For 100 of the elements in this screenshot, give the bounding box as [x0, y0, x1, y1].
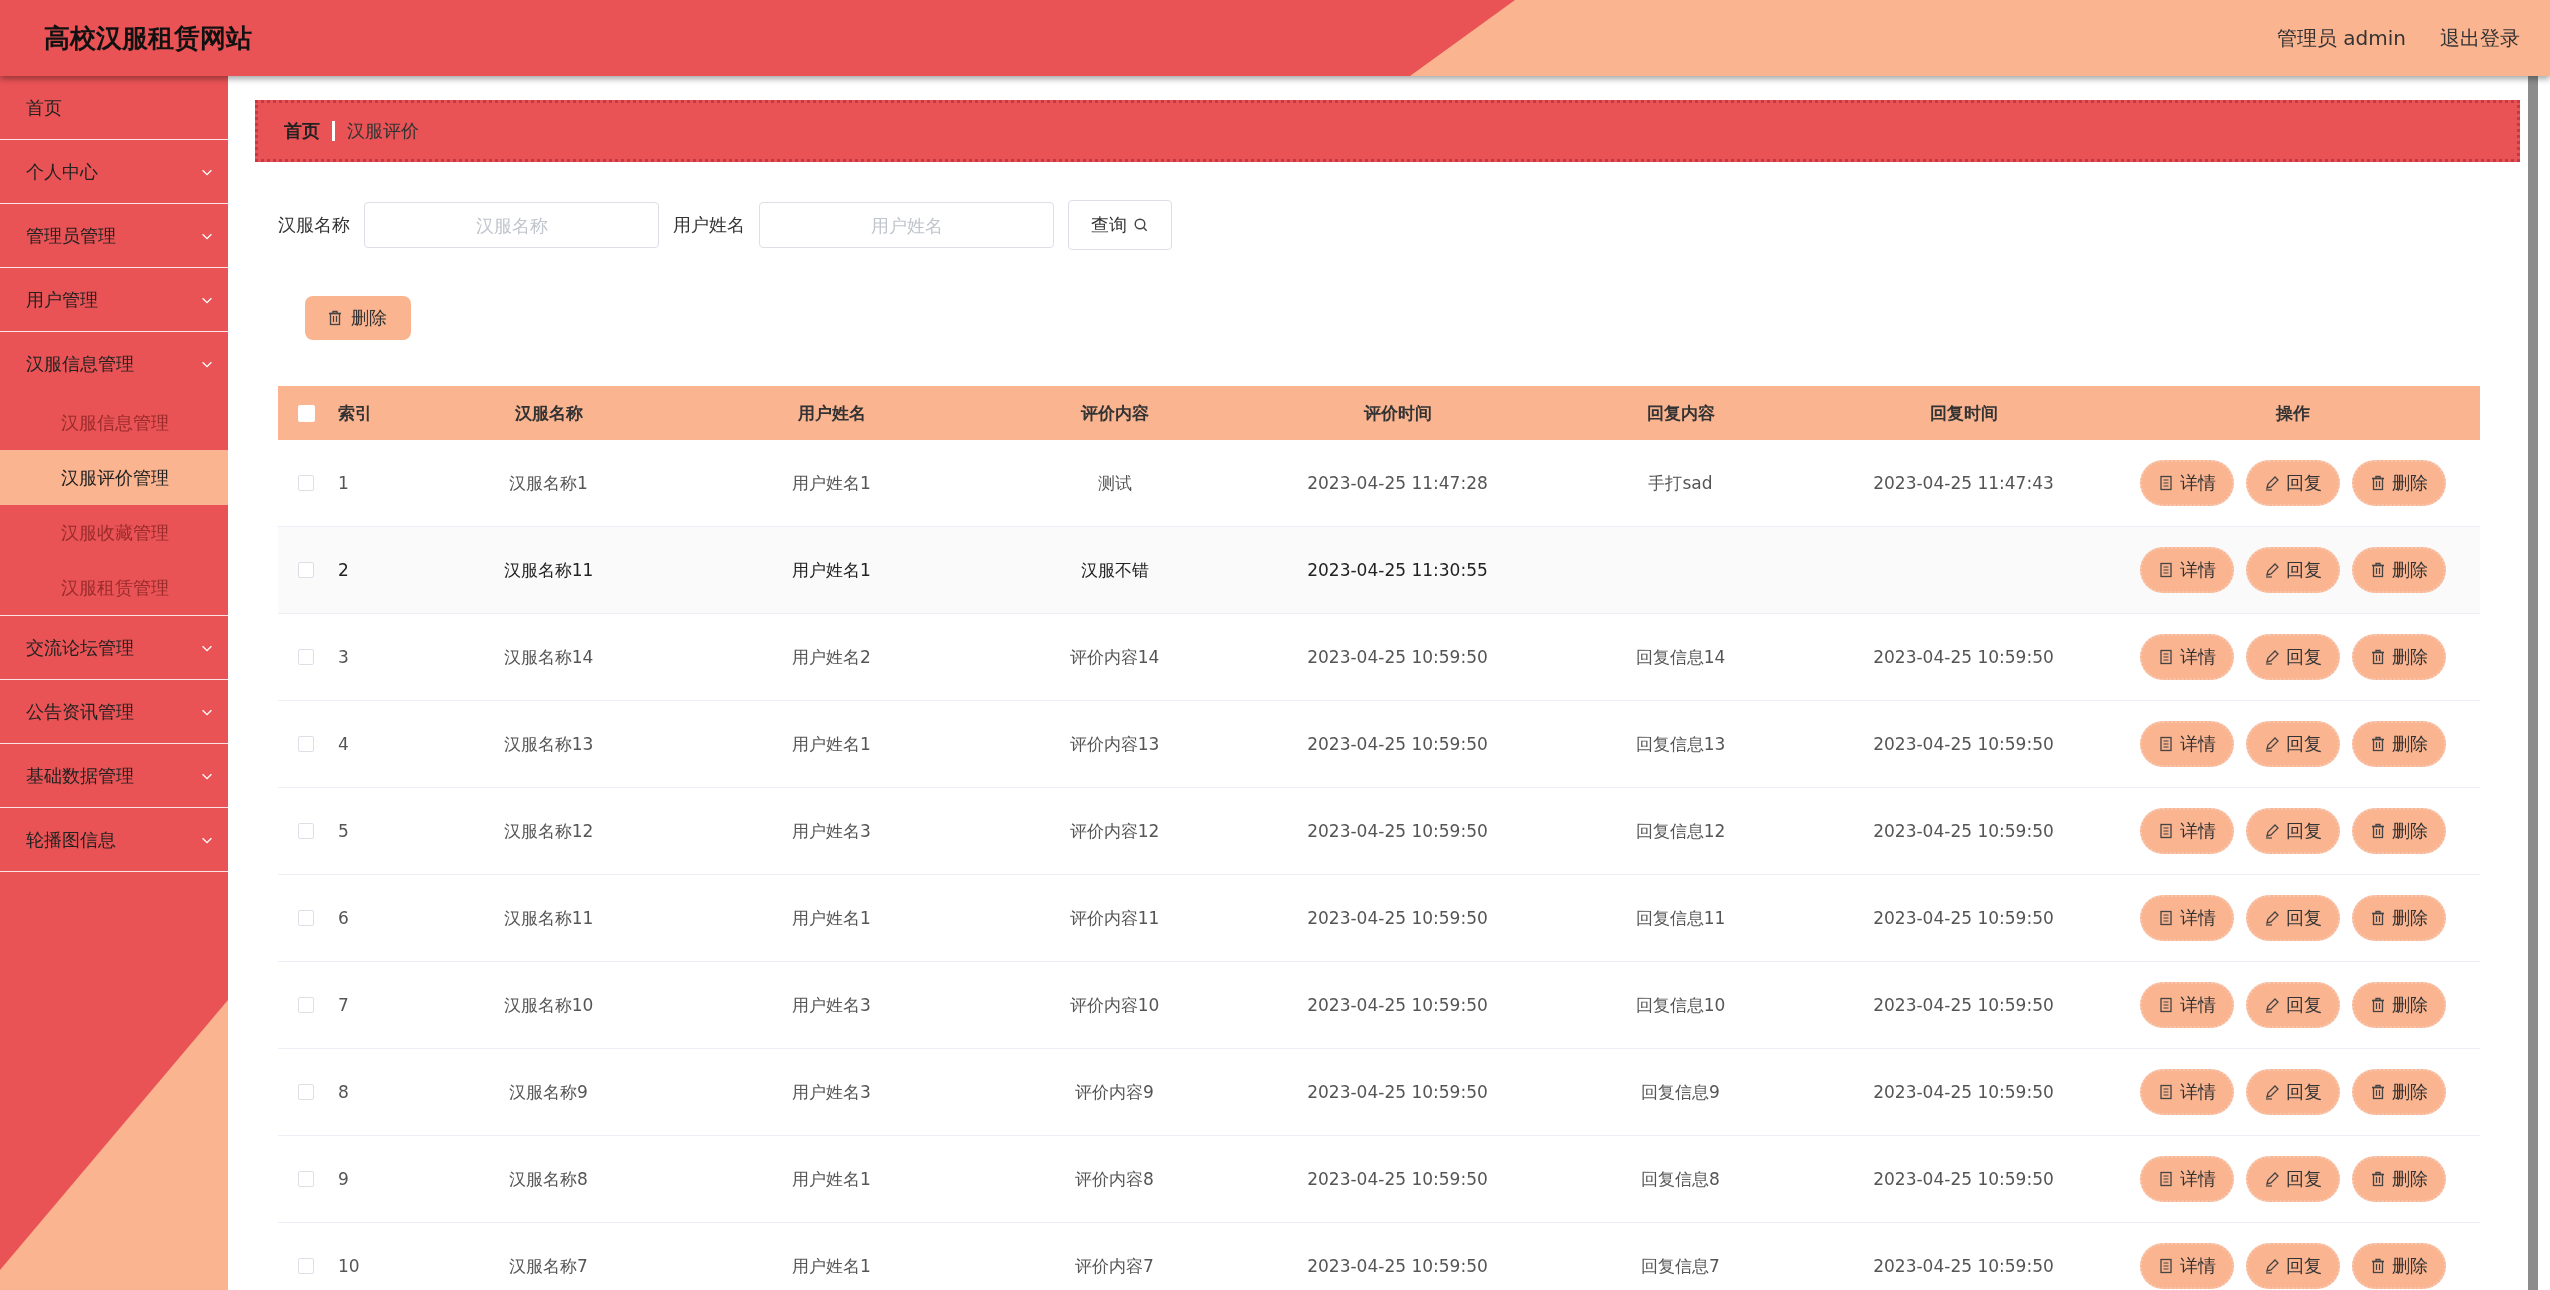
- table-cell-text: 2023-04-25 10:59:50: [1872, 734, 2055, 754]
- table-cell-text: 3: [338, 647, 350, 667]
- table-cell-text: 手打sad: [1647, 471, 1714, 495]
- detail-button[interactable]: 详情: [2139, 547, 2234, 593]
- select-all-checkbox[interactable]: [298, 404, 315, 422]
- reply-button[interactable]: 回复: [2245, 721, 2340, 767]
- row-checkbox[interactable]: [298, 1171, 314, 1187]
- search-field[interactable]: 用户姓名: [759, 202, 1054, 248]
- document-icon: [2157, 997, 2174, 1013]
- table-cell-text: 评价内容8: [1074, 1167, 1155, 1191]
- row-checkbox[interactable]: [298, 562, 314, 578]
- table-row[interactable]: 2 汉服名称11 用户姓名1 汉服不错 2023-04-25 11:30:55 详情 回复 删除: [278, 527, 2480, 614]
- table-cell-text: 评价内容11: [1068, 906, 1161, 930]
- delete-button[interactable]: 删除: [2351, 547, 2446, 593]
- row-checkbox[interactable]: [298, 1084, 314, 1100]
- pencil-icon: [2263, 1171, 2280, 1187]
- reply-button[interactable]: 回复: [2245, 634, 2340, 680]
- row-checkbox[interactable]: [298, 1258, 314, 1274]
- detail-button[interactable]: 详情: [2139, 1243, 2234, 1289]
- detail-button[interactable]: 详情: [2139, 808, 2234, 854]
- search-field[interactable]: 汉服名称: [364, 202, 659, 248]
- delete-button[interactable]: 删除: [2351, 1156, 2446, 1202]
- table-row[interactable]: 8 汉服名称9 用户姓名3 评价内容9 2023-04-25 10:59:50 回复信息9 2023-04-25 10:59:50 详情 回复 删除: [278, 1049, 2480, 1136]
- search-icon: [1133, 217, 1149, 233]
- detail-button[interactable]: 详情: [2139, 1156, 2234, 1202]
- detail-button[interactable]: 详情: [2139, 1069, 2234, 1115]
- sidebar-item[interactable]: 用户管理: [0, 268, 228, 332]
- sidebar-item[interactable]: 个人中心: [0, 140, 228, 204]
- table-cell-text: 用户姓名1: [791, 732, 872, 756]
- table-row[interactable]: 6 汉服名称11 用户姓名1 评价内容11 2023-04-25 10:59:50 回复信息11 2023-04-25 10:59:50 详情 回复 删除: [278, 875, 2480, 962]
- detail-button[interactable]: 详情: [2139, 721, 2234, 767]
- delete-button[interactable]: 删除: [2351, 1243, 2446, 1289]
- admin-user-label: 管理员 admin: [2276, 24, 2406, 52]
- table-row[interactable]: 7 汉服名称10 用户姓名3 评价内容10 2023-04-25 10:59:50 回复信息10 2023-04-25 10:59:50 详情 回复 删除: [278, 962, 2480, 1049]
- reply-button[interactable]: 回复: [2245, 1156, 2340, 1202]
- trash-icon: [2369, 562, 2386, 578]
- delete-button[interactable]: 删除: [2351, 982, 2446, 1028]
- table-cell-text: 2023-04-25 11:30:55: [1306, 560, 1489, 580]
- delete-button[interactable]: 删除: [2351, 808, 2446, 854]
- reply-button[interactable]: 回复: [2245, 808, 2340, 854]
- table-cell-text: 6: [338, 908, 350, 928]
- document-icon: [2157, 1171, 2174, 1187]
- breadcrumb-link[interactable]: 首页: [284, 119, 320, 143]
- table-cell-text: 用户姓名2: [791, 645, 872, 669]
- table-row[interactable]: 3 汉服名称14 用户姓名2 评价内容14 2023-04-25 10:59:50 回复信息14 2023-04-25 10:59:50 详情 回复 删除: [278, 614, 2480, 701]
- sidebar-item[interactable]: 汉服信息管理: [0, 332, 228, 395]
- sidebar-item[interactable]: 管理员管理: [0, 204, 228, 268]
- table-cell-text: 回复信息9: [1640, 1080, 1721, 1104]
- sidebar-item[interactable]: 基础数据管理: [0, 744, 228, 808]
- sidebar-item[interactable]: 交流论坛管理: [0, 616, 228, 680]
- table-row[interactable]: 4 汉服名称13 用户姓名1 评价内容13 2023-04-25 10:59:50 回复信息13 2023-04-25 10:59:50 详情 回复 删除: [278, 701, 2480, 788]
- reply-button[interactable]: 回复: [2245, 895, 2340, 941]
- table-row[interactable]: 9 汉服名称8 用户姓名1 评价内容8 2023-04-25 10:59:50 回复信息8 2023-04-25 10:59:50 详情 回复 删除: [278, 1136, 2480, 1223]
- table-cell-text: 评价内容12: [1068, 819, 1161, 843]
- table-cell-text: 用户姓名1: [791, 1254, 872, 1278]
- row-checkbox[interactable]: [298, 997, 314, 1013]
- detail-button[interactable]: 详情: [2139, 895, 2234, 941]
- search-button[interactable]: 查询: [1068, 200, 1172, 250]
- delete-button[interactable]: 删除: [2351, 1069, 2446, 1115]
- table-row[interactable]: 5 汉服名称12 用户姓名3 评价内容12 2023-04-25 10:59:50 回复信息12 2023-04-25 10:59:50 详情 回复 删除: [278, 788, 2480, 875]
- batch-delete-button[interactable]: 删除: [305, 296, 411, 340]
- row-checkbox[interactable]: [298, 823, 314, 839]
- reply-button[interactable]: 回复: [2245, 1069, 2340, 1115]
- column-header: 回复内容: [1645, 401, 1716, 425]
- row-checkbox[interactable]: [298, 910, 314, 926]
- detail-button[interactable]: 详情: [2139, 460, 2234, 506]
- sidebar-item[interactable]: 首页: [0, 76, 228, 140]
- detail-button[interactable]: 详情: [2139, 982, 2234, 1028]
- sidebar-item[interactable]: 轮播图信息: [0, 808, 228, 872]
- delete-button[interactable]: 删除: [2351, 895, 2446, 941]
- site-title: 高校汉服租赁网站: [44, 21, 253, 55]
- reply-button[interactable]: 回复: [2245, 982, 2340, 1028]
- table-cell-text: 2023-04-25 10:59:50: [1872, 821, 2055, 841]
- delete-button[interactable]: 删除: [2351, 634, 2446, 680]
- sidebar-item[interactable]: 公告资讯管理: [0, 680, 228, 744]
- table-cell-text: 回复信息12: [1634, 819, 1727, 843]
- document-icon: [2157, 823, 2174, 839]
- scrollbar[interactable]: [2528, 76, 2538, 1290]
- row-checkbox[interactable]: [298, 649, 314, 665]
- reply-button[interactable]: 回复: [2245, 547, 2340, 593]
- row-checkbox[interactable]: [298, 475, 314, 491]
- table-row[interactable]: 10 汉服名称7 用户姓名1 评价内容7 2023-04-25 10:59:50 回复信息7 2023-04-25 10:59:50 详情 回复 删除: [278, 1223, 2480, 1290]
- trash-icon: [2369, 736, 2386, 752]
- row-checkbox[interactable]: [298, 736, 314, 752]
- document-icon: [2157, 649, 2174, 665]
- table-cell-text: 2023-04-25 10:59:50: [1306, 734, 1489, 754]
- logout-link[interactable]: 退出登录: [2440, 24, 2520, 52]
- delete-button[interactable]: 删除: [2351, 721, 2446, 767]
- table-cell-text: 回复信息10: [1634, 993, 1727, 1017]
- table-cell-text: 8: [338, 1082, 350, 1102]
- table-cell-text: 9: [338, 1169, 350, 1189]
- document-icon: [2157, 562, 2174, 578]
- reply-button[interactable]: 回复: [2245, 460, 2340, 506]
- submenu-item[interactable]: 汉服评价管理: [0, 450, 228, 505]
- detail-button[interactable]: 详情: [2139, 634, 2234, 680]
- trash-icon: [327, 310, 343, 326]
- delete-button[interactable]: 删除: [2351, 460, 2446, 506]
- reply-button[interactable]: 回复: [2245, 1243, 2340, 1289]
- table-cell-text: 汉服名称11: [502, 906, 595, 930]
- trash-icon: [2369, 997, 2386, 1013]
